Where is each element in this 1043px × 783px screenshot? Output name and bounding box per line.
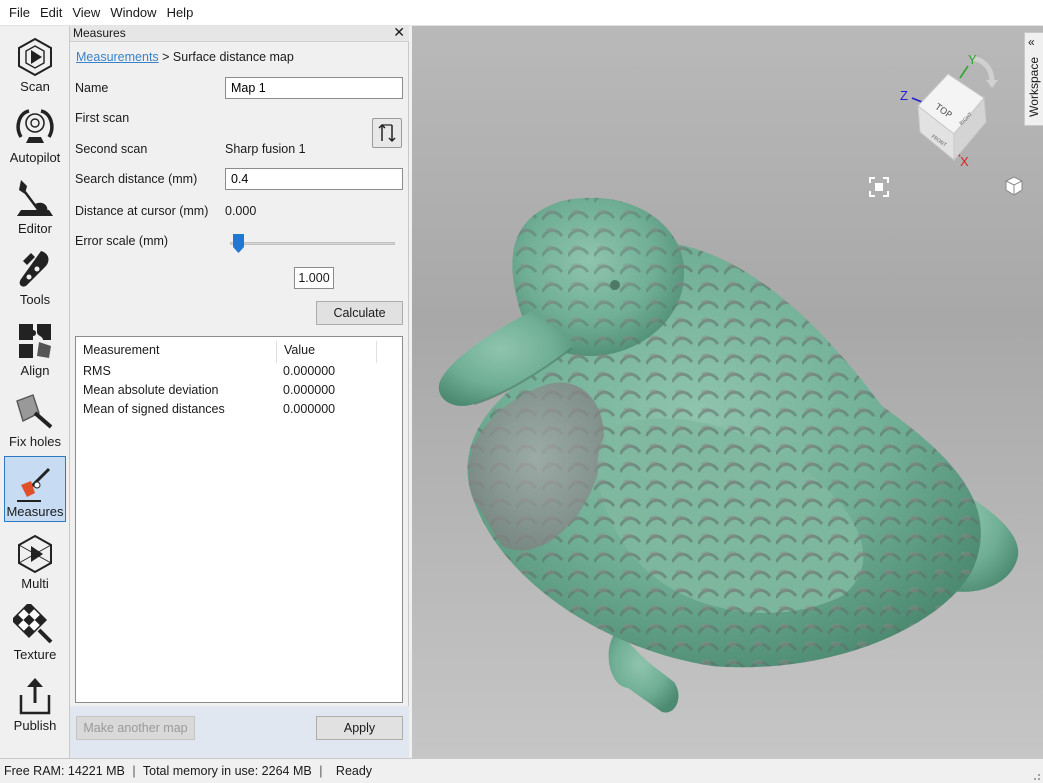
name-label: Name	[75, 81, 109, 95]
row-value: 0.000000	[283, 364, 336, 378]
status-bar: Free RAM: 14221 MB | Total memory in use…	[0, 758, 1043, 783]
menu-help[interactable]: Help	[162, 5, 199, 20]
menu-window[interactable]: Window	[105, 5, 161, 20]
second-scan-value: Sharp fusion 1	[225, 142, 306, 156]
make-another-map-button[interactable]: Make another map	[76, 716, 195, 740]
tool-align[interactable]: Align	[4, 314, 66, 380]
tool-label-editor: Editor	[18, 221, 52, 236]
scan-icon	[18, 37, 52, 77]
search-distance-label: Search distance (mm)	[75, 172, 198, 186]
distance-at-cursor-value: 0.000	[225, 204, 257, 218]
tool-sidebar: Scan Autopilot Editor Tools Align Fix ho…	[0, 26, 70, 758]
tool-autopilot[interactable]: Autopilot	[4, 101, 66, 167]
apply-button[interactable]: Apply	[316, 716, 403, 740]
align-icon	[19, 324, 51, 358]
row-value: 0.000000	[283, 402, 336, 416]
status-separator: |	[132, 764, 136, 778]
panel-footer: Make another map Apply	[70, 706, 409, 758]
workspace-tab[interactable]: « Workspace	[1024, 32, 1043, 126]
panel-titlebar: Measures ✕	[70, 25, 409, 42]
table-row[interactable]: Mean of signed distances 0.000000	[76, 402, 402, 421]
column-header-value[interactable]: Value	[277, 341, 377, 363]
first-scan-label: First scan	[75, 111, 130, 125]
tool-label-publish: Publish	[13, 718, 57, 733]
menu-file[interactable]: File	[4, 5, 35, 20]
tool-publish[interactable]: Publish	[4, 669, 66, 735]
status-separator: |	[319, 764, 323, 778]
table-row[interactable]: RMS 0.000000	[76, 364, 402, 383]
breadcrumb-measurements-link[interactable]: Measurements	[76, 50, 159, 64]
ready-status: Ready	[335, 764, 373, 778]
perspective-icon[interactable]	[1003, 175, 1025, 197]
row-measurement: Mean of signed distances	[83, 402, 225, 416]
calculate-button[interactable]: Calculate	[316, 301, 403, 325]
free-ram-status: Free RAM: 14221 MB	[4, 764, 125, 778]
breadcrumb: Measurements > Surface distance map	[76, 50, 294, 64]
axis-y-label: Y	[968, 52, 977, 67]
row-measurement: RMS	[83, 364, 111, 378]
workspace-label: Workspace	[1027, 57, 1041, 117]
breadcrumb-current: > Surface distance map	[158, 50, 294, 64]
tool-label-scan: Scan	[20, 79, 50, 94]
tool-scan[interactable]: Scan	[4, 30, 66, 96]
search-distance-field[interactable]	[225, 168, 403, 190]
view-cube[interactable]: TOP RIGHT FRONT Z Y X	[872, 48, 1022, 178]
tool-label-measures: Measures	[6, 504, 64, 519]
error-scale-value[interactable]: 1.000	[294, 267, 334, 289]
tool-editor[interactable]: Editor	[4, 172, 66, 238]
name-field[interactable]	[225, 77, 403, 99]
measures-icon	[17, 467, 51, 502]
tool-label-tools: Tools	[19, 292, 51, 307]
error-scale-label: Error scale (mm)	[75, 234, 169, 248]
multi-icon	[18, 534, 52, 574]
panel-title: Measures	[73, 26, 126, 40]
total-memory-status: Total memory in use: 2264 MB	[142, 764, 312, 778]
tool-fix-holes[interactable]: Fix holes	[4, 385, 66, 451]
second-scan-label: Second scan	[75, 142, 148, 156]
tool-multi[interactable]: Multi	[4, 527, 66, 593]
table-row[interactable]: Mean absolute deviation 0.000000	[76, 383, 402, 402]
close-icon[interactable]: ✕	[393, 25, 405, 40]
tool-label-autopilot: Autopilot	[9, 150, 61, 165]
autopilot-icon	[16, 109, 54, 143]
3d-viewport[interactable]: TOP RIGHT FRONT Z Y X « Workspace	[412, 26, 1043, 758]
tool-measures[interactable]: Measures	[4, 456, 66, 522]
menu-edit[interactable]: Edit	[35, 5, 67, 20]
row-measurement: Mean absolute deviation	[83, 383, 219, 397]
menu-view[interactable]: View	[67, 5, 105, 20]
tool-label-texture: Texture	[13, 647, 57, 662]
column-header-measurement[interactable]: Measurement	[76, 341, 277, 363]
axis-z-label: Z	[900, 88, 908, 103]
swap-scans-button[interactable]	[372, 118, 402, 148]
fit-view-icon[interactable]	[868, 176, 890, 198]
tool-label-align: Align	[20, 363, 50, 378]
tools-icon	[19, 251, 49, 287]
fix-holes-icon	[16, 394, 53, 429]
error-scale-slider-track[interactable]	[230, 242, 395, 245]
measures-panel: Measures ✕ Measurements > Surface distan…	[70, 25, 409, 758]
editor-icon	[17, 180, 53, 216]
tool-label-multi: Multi	[21, 576, 49, 591]
texture-icon	[13, 604, 53, 644]
swap-icon	[378, 123, 396, 143]
tool-tools[interactable]: Tools	[4, 243, 66, 309]
resize-grip-icon[interactable]	[1031, 771, 1041, 781]
axis-x-label: X	[960, 154, 969, 169]
error-scale-slider-thumb[interactable]	[233, 234, 245, 253]
tool-label-fix-holes: Fix holes	[8, 434, 62, 449]
row-value: 0.000000	[283, 383, 336, 397]
menu-bar: File Edit View Window Help	[0, 0, 1043, 26]
distance-at-cursor-label: Distance at cursor (mm)	[75, 204, 209, 218]
collapse-chevron-icon[interactable]: «	[1028, 35, 1035, 49]
measurement-table: Measurement Value RMS 0.000000 Mean abso…	[75, 336, 403, 703]
tool-texture[interactable]: Texture	[4, 598, 66, 664]
publish-icon	[19, 678, 51, 715]
